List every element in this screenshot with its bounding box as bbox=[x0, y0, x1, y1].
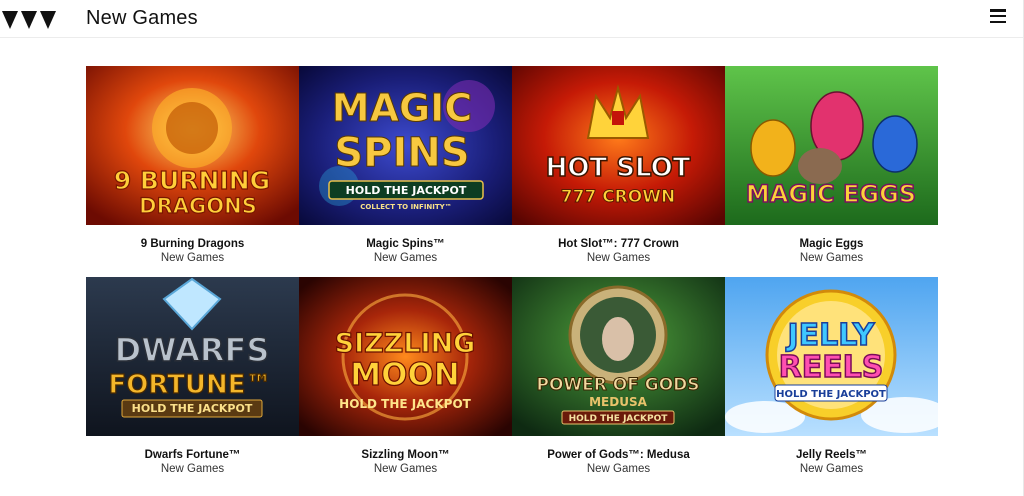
game-art-text: HOT SLOT bbox=[546, 153, 691, 183]
game-art-text: MAGIC EGGS bbox=[746, 180, 916, 208]
game-title[interactable]: Dwarfs Fortune™ bbox=[86, 448, 299, 462]
game-category: New Games bbox=[799, 252, 864, 264]
game-art-text: HOLD THE JACKPOT bbox=[339, 397, 471, 411]
game-thumbnail[interactable]: DWARFS FORTUNE™ HOLD THE JACKPOT bbox=[86, 277, 299, 436]
game-title[interactable]: Power of Gods™: Medusa bbox=[512, 448, 725, 462]
game-thumbnail[interactable]: HOT SLOT 777 CROWN bbox=[512, 66, 725, 225]
game-category: New Games bbox=[160, 252, 225, 264]
game-art-text: JELLY bbox=[786, 318, 876, 353]
game-category: New Games bbox=[586, 252, 651, 264]
game-art-text: POWER OF GODS bbox=[536, 375, 699, 395]
game-thumbnail[interactable]: MAGIC SPINS HOLD THE JACKPOT COLLECT TO … bbox=[299, 66, 512, 225]
game-card-magic-eggs[interactable]: MAGIC EGGS Magic Eggs New Games bbox=[725, 66, 938, 265]
game-title[interactable]: Sizzling Moon™ bbox=[299, 448, 512, 462]
game-thumbnail[interactable]: JELLY REELS HOLD THE JACKPOT bbox=[725, 277, 938, 436]
game-card-hot-slot-777-crown[interactable]: HOT SLOT 777 CROWN Hot Slot™: 777 Crown … bbox=[512, 66, 725, 265]
game-thumbnail[interactable]: MAGIC EGGS bbox=[725, 66, 938, 225]
game-category: New Games bbox=[373, 252, 438, 264]
game-art-text: 777 CROWN bbox=[561, 187, 675, 207]
game-art-text: SIZZLING bbox=[335, 328, 476, 359]
game-card-jelly-reels[interactable]: JELLY REELS HOLD THE JACKPOT Jelly Reels… bbox=[725, 277, 938, 476]
game-art-text: COLLECT TO INFINITY™ bbox=[360, 203, 451, 211]
page-title: New Games bbox=[86, 7, 198, 29]
game-card-dwarfs-fortune[interactable]: DWARFS FORTUNE™ HOLD THE JACKPOT Dwarfs … bbox=[86, 277, 299, 476]
game-art-text: MOON bbox=[350, 357, 460, 393]
hamburger-menu-icon[interactable] bbox=[990, 9, 1006, 25]
game-art-text: 9 BURNING bbox=[114, 166, 270, 195]
game-art-text: DRAGONS bbox=[139, 194, 257, 218]
game-thumbnail[interactable]: SIZZLING MOON HOLD THE JACKPOT bbox=[299, 277, 512, 436]
game-art-text: DWARFS bbox=[115, 331, 270, 369]
game-thumbnail[interactable]: 9 BURNING DRAGONS bbox=[86, 66, 299, 225]
game-category: New Games bbox=[160, 463, 225, 475]
game-title[interactable]: Magic Spins™ bbox=[299, 237, 512, 251]
game-art-text: MAGIC bbox=[332, 86, 472, 130]
game-title[interactable]: 9 Burning Dragons bbox=[86, 237, 299, 251]
app-header: New Games bbox=[0, 0, 1024, 38]
game-category: New Games bbox=[799, 463, 864, 475]
game-title[interactable]: Jelly Reels™ bbox=[725, 448, 938, 462]
game-card-sizzling-moon[interactable]: SIZZLING MOON HOLD THE JACKPOT Sizzling … bbox=[299, 277, 512, 476]
game-card-9-burning-dragons[interactable]: 9 BURNING DRAGONS 9 Burning Dragons New … bbox=[86, 66, 299, 265]
game-art-text: FORTUNE™ bbox=[108, 370, 271, 400]
game-thumbnail[interactable]: POWER OF GODS MEDUSA HOLD THE JACKPOT bbox=[512, 277, 725, 436]
game-art-text: HOLD THE JACKPOT bbox=[569, 414, 669, 424]
game-card-power-of-gods-medusa[interactable]: POWER OF GODS MEDUSA HOLD THE JACKPOT Po… bbox=[512, 277, 725, 476]
game-art-text: REELS bbox=[779, 350, 884, 385]
game-art-text: HOLD THE JACKPOT bbox=[132, 402, 253, 415]
game-art-text: HOLD THE JACKPOT bbox=[346, 184, 467, 197]
brand-logo-icon[interactable] bbox=[2, 11, 58, 29]
game-art-text: SPINS bbox=[334, 130, 469, 176]
game-category: New Games bbox=[586, 463, 651, 475]
game-card-magic-spins[interactable]: MAGIC SPINS HOLD THE JACKPOT COLLECT TO … bbox=[299, 66, 512, 265]
game-category: New Games bbox=[373, 463, 438, 475]
game-art-text: MEDUSA bbox=[589, 395, 647, 409]
game-title[interactable]: Magic Eggs bbox=[725, 237, 938, 251]
game-title[interactable]: Hot Slot™: 777 Crown bbox=[512, 237, 725, 251]
game-art-text: HOLD THE JACKPOT bbox=[776, 389, 886, 400]
